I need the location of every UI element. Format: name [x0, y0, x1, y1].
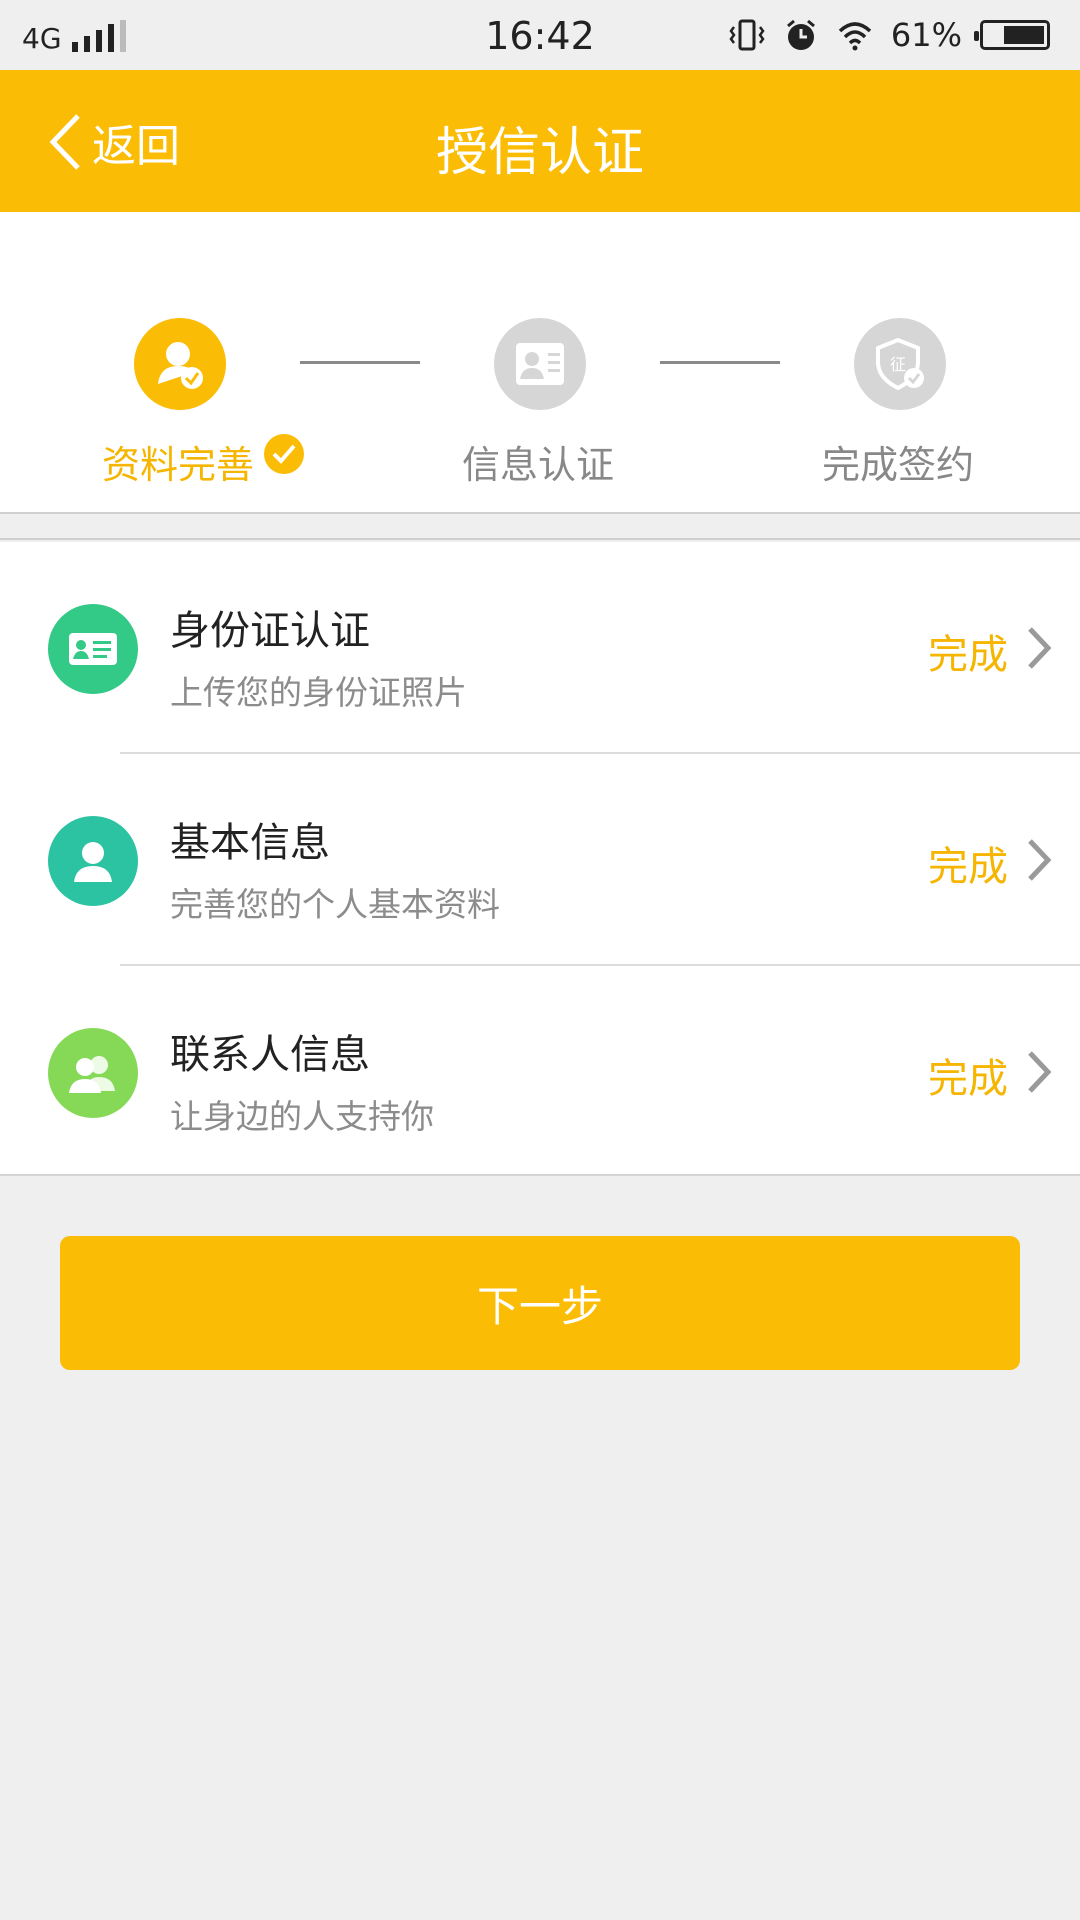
- alarm-icon: [786, 19, 815, 50]
- item-title: 联系人信息: [170, 1032, 370, 1078]
- step-3-label: 完成签约: [822, 443, 975, 487]
- next-step-button[interactable]: 下一步: [60, 1236, 1020, 1370]
- id-card-icon: [48, 604, 138, 694]
- item-title: 基本信息: [170, 820, 330, 866]
- chevron-right-icon: [1028, 1051, 1052, 1093]
- step-complete-check-icon: [264, 434, 304, 474]
- step-1-label: 资料完善: [102, 443, 255, 487]
- step-3-shield-seal-icon: 征: [854, 318, 946, 410]
- section-divider: [0, 512, 1080, 540]
- chevron-right-icon: [1028, 627, 1052, 669]
- app-header: 返回 授信认证: [0, 70, 1080, 212]
- item-title: 身份证认证: [170, 608, 370, 654]
- person-icon: [48, 816, 138, 906]
- vibrate-icon: [729, 19, 765, 51]
- step-1-user-check-icon: [134, 318, 226, 410]
- item-subtitle: 完善您的个人基本资料: [170, 885, 500, 924]
- item-status: 完成: [928, 1056, 1008, 1102]
- battery-icon: [974, 20, 1050, 50]
- item-status: 完成: [928, 632, 1008, 678]
- list-item-basic-info[interactable]: 基本信息 完善您的个人基本资料 完成: [0, 754, 1080, 964]
- step-2-id-card-icon: [494, 318, 586, 410]
- status-bar: 4G 16:42 61%: [0, 0, 1080, 70]
- list-item-contacts[interactable]: 联系人信息 让身边的人支持你 完成: [0, 966, 1080, 1176]
- wifi-icon: [838, 22, 872, 51]
- battery-percent: 61%: [890, 16, 962, 54]
- step-2-label: 信息认证: [462, 443, 615, 487]
- auth-item-list: 身份证认证 上传您的身份证照片 完成 基本信息 完善您的个人基本资料 完成 联系…: [0, 542, 1080, 1176]
- step-connector: [660, 361, 780, 364]
- svg-text:征: 征: [890, 355, 906, 374]
- list-item-id-card[interactable]: 身份证认证 上传您的身份证照片 完成: [0, 542, 1080, 752]
- chevron-right-icon: [1028, 839, 1052, 881]
- item-status: 完成: [928, 844, 1008, 890]
- progress-steps: 征 资料完善 信息认证 完成签约: [0, 212, 1080, 512]
- item-subtitle: 上传您的身份证照片: [170, 673, 467, 712]
- page-title: 授信认证: [435, 123, 644, 183]
- item-subtitle: 让身边的人支持你: [170, 1097, 434, 1136]
- step-connector: [300, 361, 420, 364]
- contacts-icon: [48, 1028, 138, 1118]
